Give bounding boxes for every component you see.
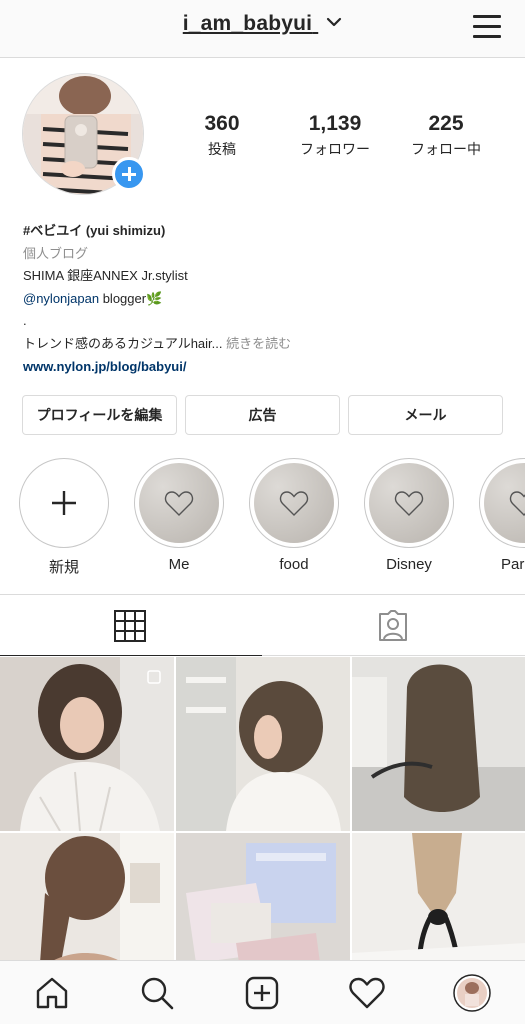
website-link[interactable]: www.nylon.jp/blog/babyui/ [23,356,503,379]
following-label: フォロー中 [411,141,481,157]
profile-avatar-tab-icon[interactable] [452,973,492,1013]
profile-bio: #ベビユイ (yui shimizu) 個人ブログ SHIMA 銀座ANNEX … [23,220,503,378]
posts-label: 投稿 [208,141,236,157]
mention-link[interactable]: @nylonjapan [23,291,99,306]
following-value: 225 [428,112,464,135]
highlight-label: food [279,556,309,573]
bottom-navigation [0,960,525,1024]
profile-avatar[interactable] [22,73,146,195]
highlight-cover [484,463,525,543]
category-label: 個人ブログ [23,245,89,261]
highlight-label: Par [501,556,525,573]
highlight-label: Me [168,556,190,573]
highlight-ring [249,458,339,548]
following-count[interactable]: 225 フォロー中 [391,112,501,159]
highlight-ring [479,458,525,548]
highlight-cover [254,463,334,543]
posts-count[interactable]: 360 投稿 [167,112,277,159]
chevron-down-icon [326,9,342,33]
highlight-partial[interactable]: Par [479,458,525,573]
edit-profile-button[interactable]: プロフィールを編集 [22,395,177,435]
heart-icon [509,491,525,516]
activity-heart-icon[interactable] [347,973,387,1013]
ads-button[interactable]: 広告 [185,395,340,435]
bio-line-2: @nylonjapan blogger🌿 [23,288,503,311]
mention-suffix: blogger🌿 [99,290,163,306]
followers-value: 1,139 [308,112,362,135]
highlight-ring [364,458,454,548]
posts-value: 360 [204,112,240,135]
search-icon[interactable] [137,973,177,1013]
highlight-new[interactable]: 新規 [19,458,109,577]
hamburger-menu-icon[interactable] [473,13,501,39]
highlight-cover [369,463,449,543]
tagged-photos-icon[interactable] [376,609,410,648]
new-post-icon[interactable] [242,973,282,1013]
heart-icon [164,491,194,516]
home-icon[interactable] [32,973,72,1013]
bio-line-3-text: トレンド感のあるカジュアルhair... [23,335,227,351]
bio-line-1: SHIMA 銀座ANNEX Jr.stylist [23,268,188,284]
highlight-ring [134,458,224,548]
heart-icon [394,491,424,516]
grid-view-icon[interactable] [113,609,147,648]
post-thumbnail[interactable] [0,657,174,831]
mail-button[interactable]: メール [348,395,503,435]
highlight-clip: Par [479,458,525,588]
highlight-disney[interactable]: Disney [364,458,454,573]
plus-icon [52,491,76,515]
username-switcher[interactable]: i_am_babyui [0,12,525,36]
add-story-plus-icon[interactable] [112,157,146,191]
highlight-label: 新規 [48,559,79,576]
highlight-label: Disney [386,556,432,573]
bio-line-3: トレンド感のあるカジュアルhair... 続きを読む [23,333,503,356]
highlight-food[interactable]: food [249,458,339,573]
top-bar: i_am_babyui [0,0,525,58]
bio-dot: . [23,313,27,329]
profile-tabs [0,594,525,656]
heart-icon [279,491,309,516]
followers-count[interactable]: 1,139 フォロワー [280,112,390,159]
highlight-me[interactable]: Me [134,458,224,573]
followers-label: フォロワー [300,141,370,157]
highlight-cover [139,463,219,543]
active-tab-indicator [0,655,262,656]
new-highlight-ring [19,458,109,548]
post-thumbnail[interactable] [352,657,525,831]
display-name: #ベビユイ (yui shimizu) [23,223,166,238]
post-thumbnail[interactable] [176,657,350,831]
username-label: i_am_babyui [182,12,313,35]
read-more-link[interactable]: 続きを読む [226,336,291,351]
